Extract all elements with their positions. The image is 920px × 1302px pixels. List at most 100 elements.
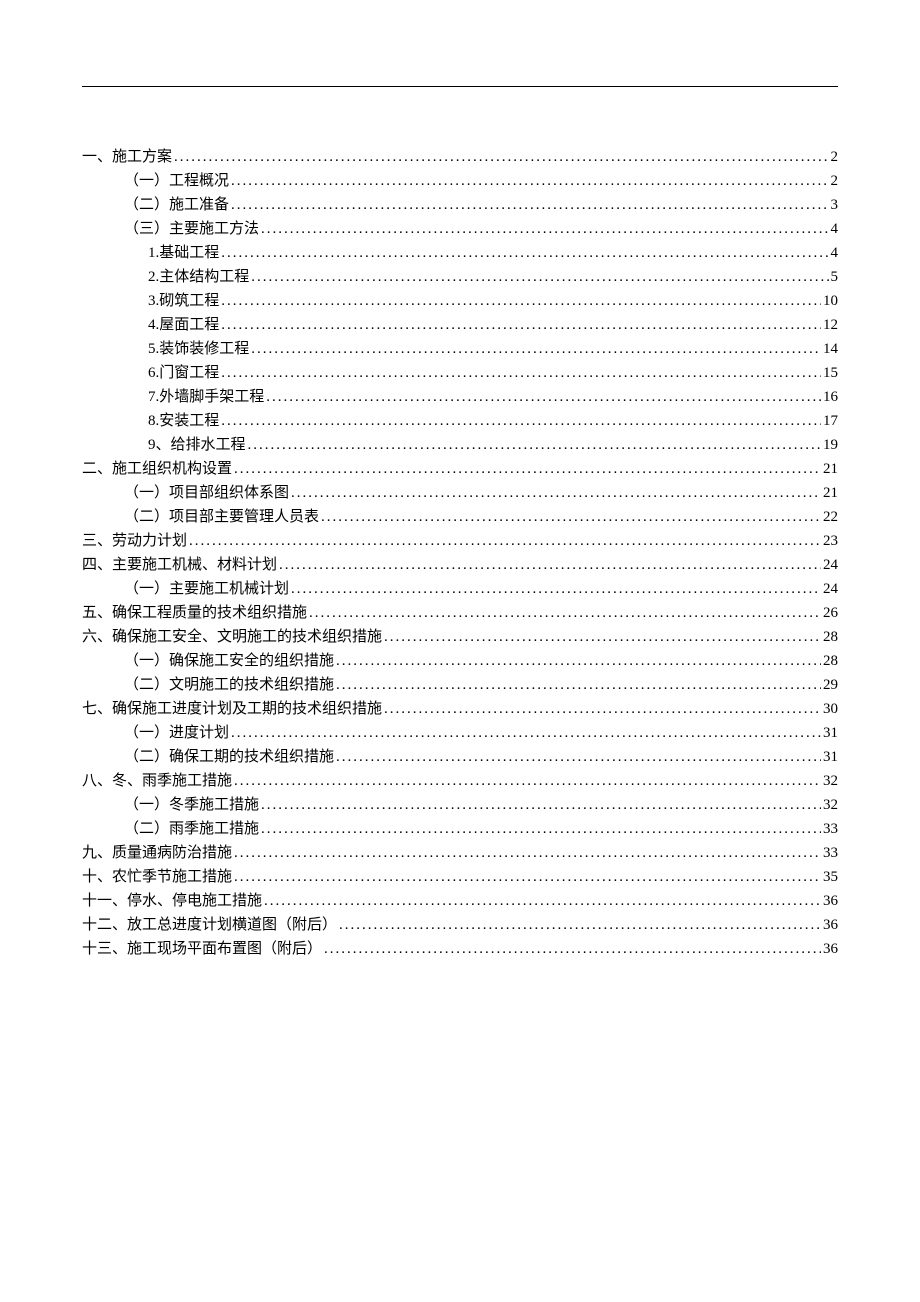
- toc-leader: [251, 265, 828, 289]
- toc-page-number: 2: [831, 145, 839, 169]
- toc-title: 六、确保施工安全、文明施工的技术组织措施: [82, 625, 382, 649]
- toc-page-number: 5: [831, 265, 839, 289]
- toc-entry: 9、给排水工程 19: [82, 433, 838, 457]
- toc-leader: [336, 673, 821, 697]
- toc-entry: （二）项目部主要管理人员表22: [82, 505, 838, 529]
- toc-title: （一）项目部组织体系图: [124, 481, 289, 505]
- toc-leader: [221, 313, 821, 337]
- toc-page-number: 2: [831, 169, 839, 193]
- toc-entry: 3.砌筑工程10: [82, 289, 838, 313]
- toc-title: 三、劳动力计划: [82, 529, 187, 553]
- toc-title: 二、施工组织机构设置: [82, 457, 232, 481]
- toc-leader: [336, 649, 821, 673]
- toc-page-number: 4: [831, 217, 839, 241]
- toc-leader: [384, 697, 821, 721]
- toc-entry: 1.基础工程 4: [82, 241, 838, 265]
- toc-page-number: 24: [823, 553, 838, 577]
- toc-entry: 六、确保施工安全、文明施工的技术组织措施28: [82, 625, 838, 649]
- toc-leader: [234, 841, 821, 865]
- toc-entry: （一）冬季施工措施32: [82, 793, 838, 817]
- toc-entry: 四、主要施工机械、材料计划 24: [82, 553, 838, 577]
- toc-leader: [261, 217, 828, 241]
- toc-page-number: 3: [831, 193, 839, 217]
- toc-leader: [189, 529, 821, 553]
- toc-page-number: 35: [823, 865, 838, 889]
- toc-title: 十一、停水、停电施工措施: [82, 889, 262, 913]
- toc-entry: （三）主要施工方法 4: [82, 217, 838, 241]
- toc-entry: 一、施工方案2: [82, 145, 838, 169]
- toc-leader: [264, 889, 821, 913]
- toc-leader: [231, 721, 821, 745]
- toc-entry: （一）项目部组织体系图 21: [82, 481, 838, 505]
- toc-entry: 6.门窗工程15: [82, 361, 838, 385]
- toc-leader: [234, 769, 821, 793]
- toc-title: （一）进度计划: [124, 721, 229, 745]
- toc-leader: [174, 145, 828, 169]
- toc-title: （一）主要施工机械计划: [124, 577, 289, 601]
- toc-entry: 九、质量通病防治措施 33: [82, 841, 838, 865]
- toc-page-number: 17: [823, 409, 838, 433]
- toc-page-number: 32: [823, 793, 838, 817]
- toc-page-number: 36: [823, 937, 838, 961]
- toc-entry: 4.屋面工程12: [82, 313, 838, 337]
- toc-entry: （一）工程概况 2: [82, 169, 838, 193]
- toc-leader: [279, 553, 821, 577]
- toc-page-number: 15: [823, 361, 838, 385]
- toc-title: 9、给排水工程: [148, 433, 246, 457]
- toc-leader: [291, 577, 821, 601]
- toc-leader: [248, 433, 821, 457]
- toc-page-number: 23: [823, 529, 838, 553]
- toc-page-number: 36: [823, 889, 838, 913]
- toc-page-number: 33: [823, 817, 838, 841]
- toc-leader: [231, 169, 828, 193]
- toc-page-number: 33: [823, 841, 838, 865]
- toc-entry: 三、劳动力计划 23: [82, 529, 838, 553]
- toc-leader: [291, 481, 821, 505]
- toc-title: 五、确保工程质量的技术组织措施: [82, 601, 307, 625]
- toc-leader: [324, 937, 821, 961]
- toc-leader: [231, 193, 828, 217]
- toc-title: （一）工程概况: [124, 169, 229, 193]
- toc-leader: [234, 457, 821, 481]
- toc-page-number: 22: [823, 505, 838, 529]
- toc-page-number: 4: [831, 241, 839, 265]
- toc-leader: [339, 913, 821, 937]
- toc-title: （二）文明施工的技术组织措施: [124, 673, 334, 697]
- toc-entry: （一）进度计划 31: [82, 721, 838, 745]
- toc-leader: [321, 505, 821, 529]
- toc-entry: 2.主体结构工程 5: [82, 265, 838, 289]
- toc-entry: 7.外墙脚手架工程16: [82, 385, 838, 409]
- toc-entry: 十、农忙季节施工措施 35: [82, 865, 838, 889]
- toc-entry: （二）雨季施工措施33: [82, 817, 838, 841]
- toc-page-number: 31: [823, 721, 838, 745]
- toc-title: 5.装饰装修工程: [148, 337, 249, 361]
- toc-title: 7.外墙脚手架工程: [148, 385, 264, 409]
- toc-title: 3.砌筑工程: [148, 289, 219, 313]
- toc-title: 十二、放工总进度计划横道图（附后）: [82, 913, 337, 937]
- toc-title: 1.基础工程: [148, 241, 219, 265]
- toc-title: 8.安装工程: [148, 409, 219, 433]
- toc-title: 2.主体结构工程: [148, 265, 249, 289]
- toc-title: （三）主要施工方法: [124, 217, 259, 241]
- toc-leader: [234, 865, 821, 889]
- toc-page-number: 21: [823, 457, 838, 481]
- toc-page-number: 30: [823, 697, 838, 721]
- toc-leader: [336, 745, 821, 769]
- toc-title: 4.屋面工程: [148, 313, 219, 337]
- toc-entry: 二、施工组织机构设置 21: [82, 457, 838, 481]
- toc-title: 九、质量通病防治措施: [82, 841, 232, 865]
- toc-page-number: 19: [823, 433, 838, 457]
- toc-title: 八、冬、雨季施工措施: [82, 769, 232, 793]
- toc-leader: [309, 601, 821, 625]
- toc-title: 四、主要施工机械、材料计划: [82, 553, 277, 577]
- toc-page-number: 14: [823, 337, 838, 361]
- toc-entry: （二）施工准备3: [82, 193, 838, 217]
- toc-title: 十、农忙季节施工措施: [82, 865, 232, 889]
- toc-leader: [221, 241, 828, 265]
- toc-entry: （二）文明施工的技术组织措施29: [82, 673, 838, 697]
- toc-page-number: 28: [823, 649, 838, 673]
- toc-entry: 五、确保工程质量的技术组织措施26: [82, 601, 838, 625]
- toc-page-number: 32: [823, 769, 838, 793]
- toc-page-number: 21: [823, 481, 838, 505]
- toc-leader: [221, 289, 821, 313]
